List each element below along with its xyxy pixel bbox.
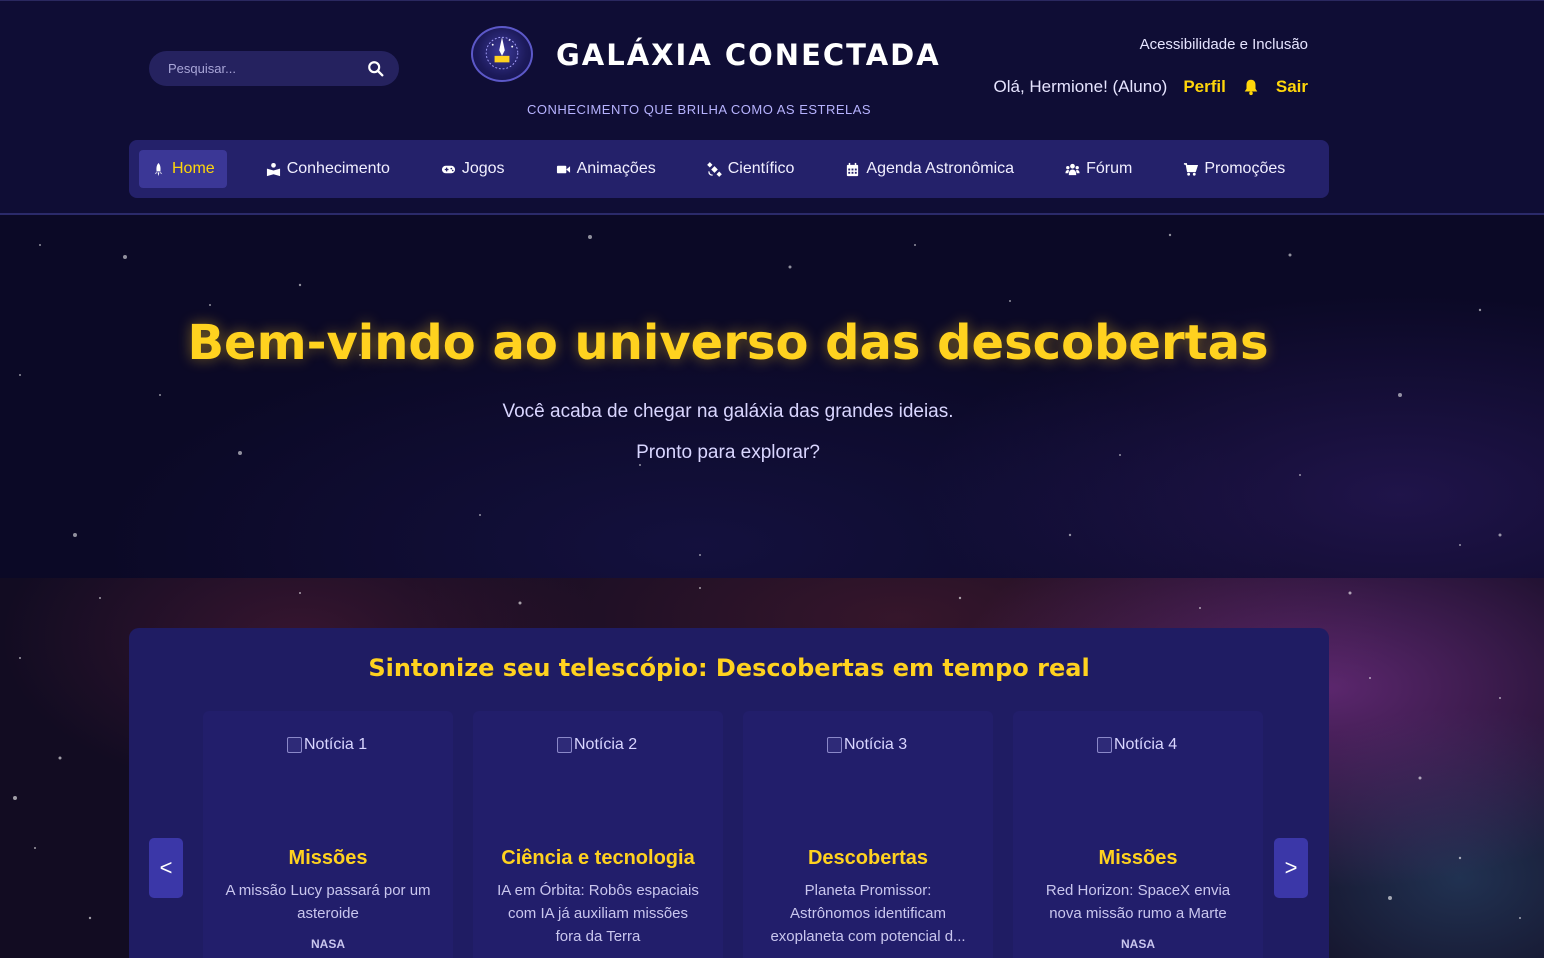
news-image: Notícia 3 <box>827 736 907 754</box>
nav-item-cientifico[interactable]: Científico <box>695 150 807 188</box>
nav-item-agenda[interactable]: Agenda Astronômica <box>833 150 1026 188</box>
nav-item-home[interactable]: Home <box>139 150 227 188</box>
hero-section: Bem-vindo ao universo das descobertas Vo… <box>0 215 1544 578</box>
news-image-alt: Notícia 1 <box>304 736 368 753</box>
logo-emblem-icon[interactable] <box>471 26 533 82</box>
news-heading: Sintonize seu telescópio: Descobertas em… <box>368 654 1090 682</box>
news-text: IA em Órbita: Robôs espaciais com IA já … <box>497 882 699 945</box>
nav-item-label: Agenda Astronômica <box>866 160 1015 177</box>
news-image: Notícia 4 <box>1097 736 1177 754</box>
accessibility-link[interactable]: Acessibilidade e Inclusão <box>1140 36 1308 53</box>
news-source: NASA <box>1120 937 1155 951</box>
rocket-icon <box>154 162 163 176</box>
broken-image-icon <box>827 737 842 753</box>
news-card[interactable]: Notícia 2 Ciência e tecnologia IA em Órb… <box>473 711 723 958</box>
news-image-alt: Notícia 4 <box>1114 736 1178 753</box>
video-icon <box>556 165 570 173</box>
broken-image-icon <box>557 737 572 753</box>
satellite-icon <box>706 161 722 177</box>
nav-item-label: Jogos <box>461 160 505 177</box>
broken-image-icon <box>1097 737 1112 753</box>
news-image-alt: Notícia 2 <box>574 736 638 753</box>
search-input[interactable] <box>168 61 367 76</box>
broken-image-icon <box>287 737 302 753</box>
hero-title: Bem-vindo ao universo das descobertas <box>187 315 1269 371</box>
news-image: Notícia 2 <box>557 736 637 754</box>
logout-link[interactable]: Sair <box>1276 77 1308 97</box>
news-category: Ciência e tecnologia <box>501 847 695 869</box>
users-icon <box>1065 163 1080 175</box>
news-text: Red Horizon: SpaceX envia nova missão ru… <box>1045 882 1231 922</box>
hero-subtitle: Você acaba de chegar na galáxia das gran… <box>502 401 954 422</box>
search-box <box>149 51 399 86</box>
starfield-background <box>19 233 1502 556</box>
news-image-alt: Notícia 3 <box>844 736 908 753</box>
carousel-prev-button[interactable]: < <box>149 838 183 898</box>
site-tagline: CONHECIMENTO QUE BRILHA COMO AS ESTRELAS <box>527 102 872 117</box>
site-title[interactable]: GALÁXIA CONECTADA <box>556 38 941 72</box>
search-icon[interactable] <box>367 60 385 78</box>
news-text: Planeta Promissor: Astrônomos identifica… <box>770 882 966 945</box>
news-source: NASA <box>310 937 345 951</box>
nav-item-label: Conhecimento <box>286 160 390 177</box>
news-category: Missões <box>288 847 368 869</box>
book-reader-icon <box>266 162 280 176</box>
gamepad-icon <box>441 165 455 173</box>
nav-item-promocoes[interactable]: Promoções <box>1171 150 1297 188</box>
news-category: Missões <box>1098 847 1178 869</box>
user-area: Olá, Hermione! (Aluno) Perfil Sair <box>993 77 1308 97</box>
news-image: Notícia 1 <box>287 736 367 754</box>
nav-item-label: Home <box>172 160 215 177</box>
news-carousel: Sintonize seu telescópio: Descobertas em… <box>129 628 1329 958</box>
nav-item-label: Animações <box>576 160 656 177</box>
news-card[interactable]: Notícia 3 Descobertas Planeta Promissor:… <box>743 711 993 958</box>
nav-item-label: Científico <box>727 160 795 177</box>
bell-icon[interactable] <box>1242 78 1260 96</box>
news-category: Descobertas <box>807 847 929 869</box>
profile-link[interactable]: Perfil <box>1183 77 1226 97</box>
news-text: A missão Lucy passará por um asteroide <box>225 882 431 922</box>
news-card[interactable]: Notícia 4 Missões Red Horizon: SpaceX en… <box>1013 711 1263 958</box>
hero-subtitle-question: Pronto para explorar? <box>636 442 820 463</box>
cart-icon <box>1184 162 1199 176</box>
nav-item-animacoes[interactable]: Animações <box>544 150 668 188</box>
nav-item-forum[interactable]: Fórum <box>1053 150 1144 188</box>
main-nav: Home Conhecimento Jogos Animações Cientí… <box>129 140 1329 198</box>
news-card[interactable]: Notícia 1 Missões A missão Lucy passará … <box>203 711 453 958</box>
user-greeting: Olá, Hermione! (Aluno) <box>993 77 1168 96</box>
calendar-icon <box>847 162 859 176</box>
nav-item-jogos[interactable]: Jogos <box>429 150 517 188</box>
nav-item-label: Fórum <box>1086 160 1133 177</box>
nav-item-label: Promoções <box>1204 160 1286 177</box>
carousel-next-button[interactable]: > <box>1274 838 1308 898</box>
site-header: GALÁXIA CONECTADA CONHECIMENTO QUE BRILH… <box>0 0 1544 215</box>
nav-item-conhecimento[interactable]: Conhecimento <box>254 150 402 188</box>
